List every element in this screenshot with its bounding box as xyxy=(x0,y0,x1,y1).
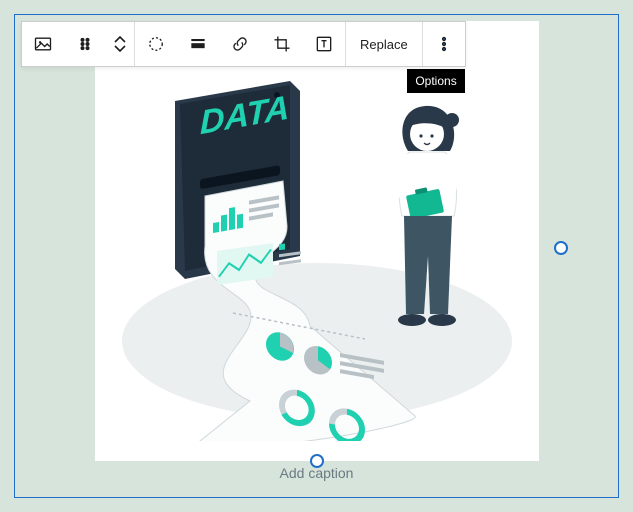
chevron-down-icon xyxy=(114,44,126,52)
data-illustration: DATA xyxy=(105,41,529,441)
move-up-down-buttons[interactable] xyxy=(106,22,134,66)
resize-handle-right[interactable] xyxy=(554,241,568,255)
link-icon xyxy=(230,34,250,54)
image-block-selected[interactable]: Replace Options DATA xyxy=(14,14,619,498)
chevron-up-icon xyxy=(114,36,126,44)
resize-handle-bottom[interactable] xyxy=(310,454,324,468)
block-type-image-button[interactable] xyxy=(22,22,64,66)
options-tooltip: Options xyxy=(407,69,464,93)
replace-button[interactable]: Replace xyxy=(346,22,422,66)
crop-icon xyxy=(272,34,292,54)
drag-handle-icon xyxy=(75,34,95,54)
link-button[interactable] xyxy=(219,22,261,66)
image-icon xyxy=(33,34,53,54)
text-overlay-button[interactable] xyxy=(303,22,345,66)
dashed-circle-icon xyxy=(146,34,166,54)
more-vertical-icon xyxy=(434,34,454,54)
block-toolbar: Replace Options xyxy=(21,21,466,67)
more-options-button[interactable] xyxy=(423,22,465,66)
duotone-filter-button[interactable] xyxy=(135,22,177,66)
image-canvas[interactable]: DATA xyxy=(95,21,539,461)
crop-button[interactable] xyxy=(261,22,303,66)
align-icon xyxy=(188,34,208,54)
drag-handle-button[interactable] xyxy=(64,22,106,66)
align-button[interactable] xyxy=(177,22,219,66)
text-overlay-icon xyxy=(314,34,334,54)
